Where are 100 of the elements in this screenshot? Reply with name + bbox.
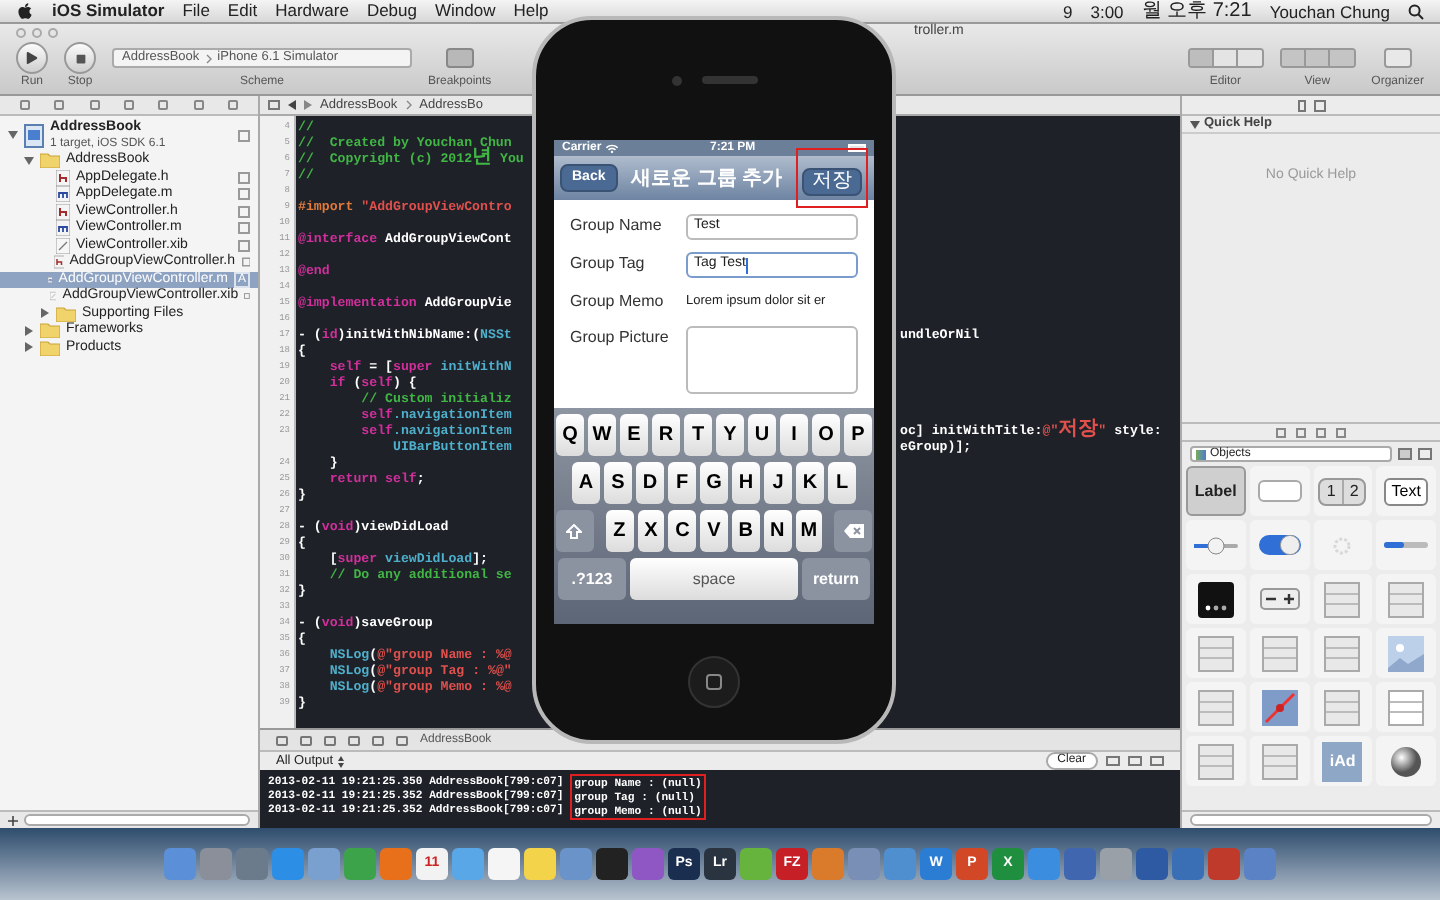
dock-app-icon[interactable] <box>596 848 628 880</box>
keyboard-key[interactable]: C <box>668 510 697 552</box>
keyboard-key[interactable]: U <box>748 414 776 456</box>
keyboard-key[interactable]: O <box>812 414 840 456</box>
keyboard-key[interactable]: A <box>572 462 600 504</box>
disclosure-triangle-icon[interactable] <box>1190 119 1200 129</box>
menu-status-item[interactable]: 3:00 <box>1090 1 1124 21</box>
cube-icon[interactable] <box>1316 427 1326 437</box>
navigator-tab-icon[interactable] <box>54 100 65 110</box>
home-button[interactable] <box>688 656 740 708</box>
navigator-tab-icon[interactable] <box>89 100 100 110</box>
menu-item[interactable]: Help <box>513 0 549 24</box>
library-object-tile[interactable] <box>1249 574 1309 624</box>
delete-key[interactable] <box>834 510 873 552</box>
menu-status-item[interactable]: Youchan Chung <box>1269 1 1390 21</box>
library-object-tile[interactable] <box>1249 628 1309 678</box>
menu-item[interactable]: File <box>182 0 210 24</box>
pause-icon[interactable] <box>300 735 312 745</box>
quick-help-icon[interactable] <box>1313 99 1325 111</box>
grid-icon[interactable] <box>268 100 280 110</box>
keyboard-key[interactable]: X <box>637 510 665 552</box>
keyboard-key[interactable]: J <box>764 462 792 504</box>
library-object-tile[interactable] <box>1313 628 1373 678</box>
hide-debug-icon[interactable] <box>276 735 288 745</box>
library-object-tile[interactable] <box>1186 574 1246 624</box>
step-over-icon[interactable] <box>324 735 336 745</box>
keyboard-key[interactable]: Z <box>605 510 634 552</box>
keyboard-key[interactable]: G <box>700 462 728 504</box>
add-icon[interactable] <box>8 815 18 825</box>
file-inspector-icon[interactable] <box>1297 99 1305 111</box>
keyboard-key[interactable]: Q <box>556 414 584 456</box>
editor-mode-control[interactable] <box>1187 48 1264 68</box>
menu-status-item[interactable]: 9 <box>1063 1 1073 21</box>
library-object-tile[interactable] <box>1186 736 1246 786</box>
library-object-tile[interactable] <box>1376 520 1436 570</box>
library-object-tile[interactable] <box>1249 736 1309 786</box>
menu-item[interactable]: Edit <box>227 0 258 24</box>
braces-icon[interactable] <box>1296 427 1306 437</box>
keyboard-key[interactable]: W <box>588 414 616 456</box>
disclosure-triangle-icon[interactable] <box>23 155 33 166</box>
library-object-tile[interactable] <box>1186 520 1246 570</box>
library-object-tile[interactable] <box>1249 520 1309 570</box>
keyboard-key[interactable]: S <box>604 462 632 504</box>
list-view-icon[interactable] <box>1418 448 1432 460</box>
back-arrow-icon[interactable] <box>288 100 296 110</box>
filter-field[interactable] <box>1190 814 1432 826</box>
library-object-tile[interactable] <box>1186 682 1246 732</box>
filter-field[interactable] <box>24 814 250 826</box>
keyboard-key[interactable]: D <box>636 462 664 504</box>
menu-app-name[interactable]: iOS Simulator <box>52 0 165 24</box>
breakpoints-button[interactable] <box>445 48 474 68</box>
library-object-tile[interactable] <box>1313 574 1373 624</box>
keyboard-key[interactable]: B <box>731 510 760 552</box>
picture-field[interactable] <box>686 326 858 394</box>
keyboard-key[interactable]: T <box>684 414 712 456</box>
keyboard-key[interactable]: N <box>763 510 791 552</box>
menu-item[interactable]: Debug <box>366 0 417 24</box>
keyboard-key[interactable]: I <box>780 414 808 456</box>
grid-view-icon[interactable] <box>1398 448 1412 460</box>
navigator-tab-icon[interactable] <box>193 100 204 110</box>
dock-app-icon[interactable] <box>524 848 556 880</box>
menu-item[interactable]: Hardware <box>275 0 349 24</box>
shift-key[interactable] <box>556 510 594 552</box>
stop-button[interactable] <box>64 42 96 74</box>
keyboard-key[interactable]: F <box>668 462 696 504</box>
keyboard-key[interactable]: M <box>795 510 823 552</box>
step-into-icon[interactable] <box>348 735 360 745</box>
window-zoom-control[interactable] <box>48 28 58 38</box>
keyboard-key[interactable]: Y <box>716 414 744 456</box>
keyboard-key[interactable]: P <box>844 414 872 456</box>
library-object-tile[interactable] <box>1249 466 1309 516</box>
keyboard-key[interactable]: V <box>700 510 728 552</box>
location-icon[interactable] <box>396 735 408 745</box>
window-close-control[interactable] <box>16 28 26 38</box>
forward-arrow-icon[interactable] <box>304 100 312 110</box>
menu-status-item[interactable]: 월 오후 7:21 <box>1141 1 1252 21</box>
library-object-tile[interactable] <box>1313 520 1373 570</box>
library-object-tile[interactable]: Label <box>1186 466 1246 516</box>
step-out-icon[interactable] <box>372 735 384 745</box>
dock-app-icon[interactable] <box>488 848 520 880</box>
disclosure-triangle-icon[interactable] <box>7 130 17 140</box>
keyboard-key[interactable]: H <box>732 462 760 504</box>
keyboard-key[interactable]: L <box>828 462 856 504</box>
navigator-tab-icon[interactable] <box>123 100 134 110</box>
keyboard-key[interactable]: K <box>796 462 824 504</box>
keyboard-key[interactable]: E <box>620 414 648 456</box>
library-object-tile[interactable] <box>1376 574 1436 624</box>
library-object-tile[interactable] <box>1186 628 1246 678</box>
window-minimize-control[interactable] <box>32 28 42 38</box>
library-object-tile[interactable] <box>1249 682 1309 732</box>
library-object-tile[interactable]: Text <box>1376 466 1436 516</box>
library-object-tile[interactable] <box>1376 736 1436 786</box>
organizer-button[interactable] <box>1383 48 1412 68</box>
navigator-tab-icon[interactable] <box>227 100 238 110</box>
file-template-icon[interactable] <box>1276 427 1286 437</box>
navigator-tab-icon[interactable] <box>20 100 31 110</box>
save-button[interactable]: 저장 <box>802 168 862 196</box>
menu-item[interactable]: Window <box>435 0 496 24</box>
apple-icon[interactable] <box>16 2 34 20</box>
search-icon[interactable] <box>1408 3 1424 19</box>
